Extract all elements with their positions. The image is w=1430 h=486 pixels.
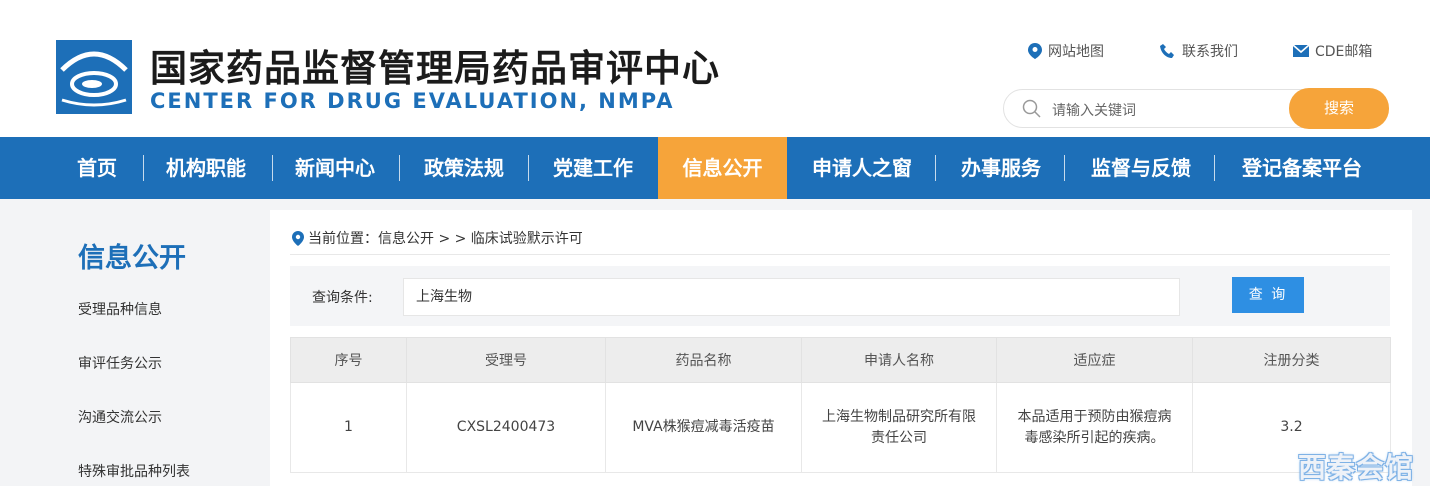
cell-drug-name: MVA株猴痘减毒活疫苗 bbox=[605, 382, 802, 473]
table-row[interactable]: 1 CXSL2400473 MVA株猴痘减毒活疫苗 上海生物制品研究所有限责任公… bbox=[290, 382, 1391, 473]
mail-icon bbox=[1293, 45, 1309, 57]
nav-divider bbox=[935, 155, 936, 181]
search-button[interactable]: 搜索 bbox=[1289, 88, 1389, 129]
site-subtitle: CENTER FOR DRUG EVALUATION, NMPA bbox=[150, 89, 675, 113]
main-nav: 首页 机构职能 新闻中心 政策法规 党建工作 信息公开 申请人之窗 办事服务 监… bbox=[0, 137, 1430, 199]
nav-item-news[interactable]: 新闻中心 bbox=[285, 137, 385, 199]
nav-item-organization[interactable]: 机构职能 bbox=[156, 137, 256, 199]
breadcrumb: 当前位置：信息公开 > > 临床试验默示许可 bbox=[292, 228, 583, 248]
column-header-index: 序号 bbox=[290, 337, 407, 383]
nav-item-info-public[interactable]: 信息公开 bbox=[658, 137, 787, 199]
nav-item-services[interactable]: 办事服务 bbox=[951, 137, 1051, 199]
sidebar-title: 信息公开 bbox=[78, 243, 186, 274]
nav-item-policy[interactable]: 政策法规 bbox=[414, 137, 514, 199]
nav-divider bbox=[528, 155, 529, 181]
column-header-applicant: 申请人名称 bbox=[801, 337, 997, 383]
sidebar: 信息公开 受理品种信息 审评任务公示 沟通交流公示 特殊审批品种列表 bbox=[56, 210, 269, 486]
sidebar-item-review-tasks[interactable]: 审评任务公示 bbox=[78, 353, 162, 373]
divider bbox=[290, 254, 1390, 255]
column-header-drug-name: 药品名称 bbox=[605, 337, 802, 383]
nav-divider bbox=[1064, 155, 1065, 181]
query-bar: 查询条件: 上海生物 查 询 bbox=[290, 266, 1390, 326]
cell-index: 1 bbox=[290, 382, 407, 473]
nav-item-supervision[interactable]: 监督与反馈 bbox=[1079, 137, 1203, 199]
cell-applicant: 上海生物制品研究所有限责任公司 bbox=[801, 382, 997, 473]
cell-accept-no: CXSL2400473 bbox=[406, 382, 606, 473]
nav-item-registration[interactable]: 登记备案平台 bbox=[1230, 137, 1374, 199]
watermark-text: 西秦会馆 bbox=[1298, 451, 1415, 484]
sitemap-label: 网站地图 bbox=[1048, 44, 1104, 60]
location-pin-icon bbox=[1028, 43, 1042, 59]
contact-link[interactable]: 联系我们 bbox=[1160, 41, 1238, 61]
table-header-row: 序号 受理号 药品名称 申请人名称 适应症 注册分类 bbox=[290, 337, 1391, 383]
breadcrumb-text: 当前位置：信息公开 > > 临床试验默示许可 bbox=[308, 231, 583, 247]
phone-icon bbox=[1160, 44, 1174, 58]
cde-logo[interactable] bbox=[56, 40, 132, 114]
query-label: 查询条件: bbox=[312, 290, 373, 306]
contact-label: 联系我们 bbox=[1182, 44, 1238, 60]
location-pin-icon bbox=[292, 230, 304, 246]
column-header-accept-no: 受理号 bbox=[406, 337, 606, 383]
main-content: 当前位置：信息公开 > > 临床试验默示许可 查询条件: 上海生物 查 询 序号… bbox=[270, 210, 1412, 486]
column-header-indication: 适应症 bbox=[996, 337, 1193, 383]
nav-divider bbox=[1214, 155, 1215, 181]
nav-divider bbox=[399, 155, 400, 181]
nav-item-party[interactable]: 党建工作 bbox=[543, 137, 643, 199]
results-table: 序号 受理号 药品名称 申请人名称 适应症 注册分类 1 CXSL2400473… bbox=[290, 337, 1391, 473]
query-button[interactable]: 查 询 bbox=[1232, 277, 1304, 313]
nav-divider bbox=[272, 155, 273, 181]
nav-divider bbox=[143, 155, 144, 181]
search-icon bbox=[1022, 99, 1041, 118]
query-input[interactable]: 上海生物 bbox=[403, 278, 1180, 316]
search-placeholder: 请输入关键词 bbox=[1052, 103, 1136, 119]
logo-emblem-icon bbox=[56, 40, 132, 114]
column-header-category: 注册分类 bbox=[1192, 337, 1391, 383]
sidebar-item-communication[interactable]: 沟通交流公示 bbox=[78, 407, 162, 427]
nav-item-applicant[interactable]: 申请人之窗 bbox=[801, 137, 923, 199]
site-header: 国家药品监督管理局药品审评中心 CENTER FOR DRUG EVALUATI… bbox=[0, 0, 1430, 137]
sidebar-item-special-approval[interactable]: 特殊审批品种列表 bbox=[78, 461, 190, 481]
nav-item-home[interactable]: 首页 bbox=[62, 137, 132, 199]
sidebar-item-accepted-varieties[interactable]: 受理品种信息 bbox=[78, 299, 162, 319]
email-label: CDE邮箱 bbox=[1315, 44, 1373, 60]
site-title: 国家药品监督管理局药品审评中心 bbox=[150, 47, 720, 90]
sitemap-link[interactable]: 网站地图 bbox=[1028, 41, 1104, 61]
cell-indication: 本品适用于预防由猴痘病毒感染所引起的疾病。 bbox=[996, 382, 1193, 473]
email-link[interactable]: CDE邮箱 bbox=[1293, 41, 1372, 61]
